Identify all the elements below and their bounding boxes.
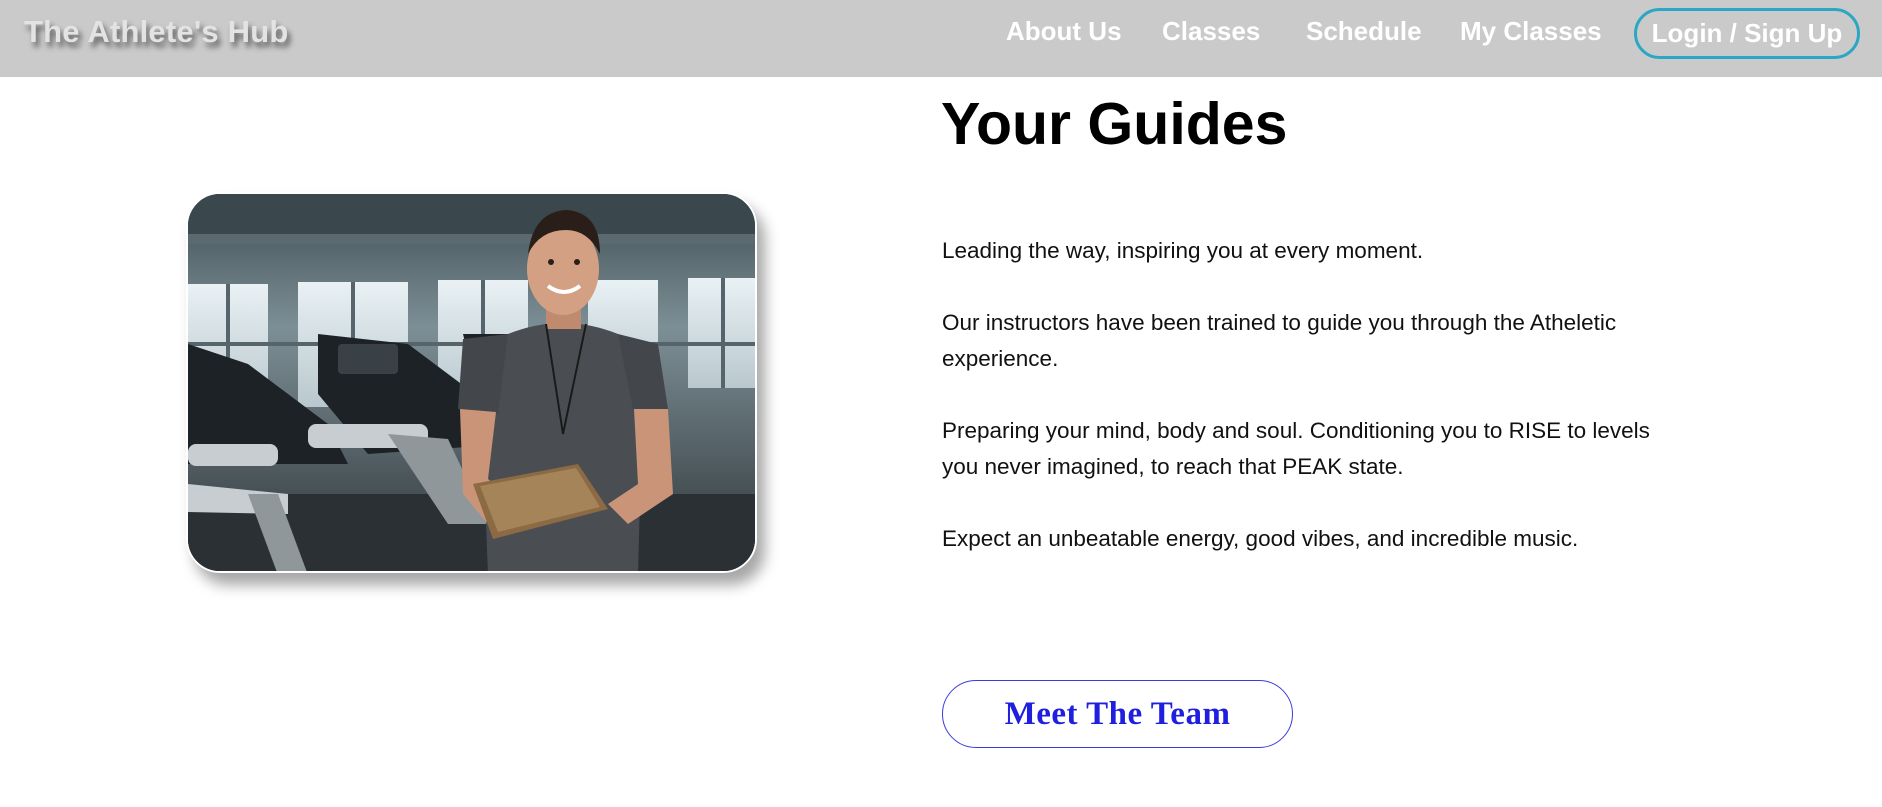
meet-the-team-button[interactable]: Meet The Team (942, 680, 1293, 748)
nav-link-my-classes[interactable]: My Classes (1460, 16, 1602, 47)
nav-link-schedule[interactable]: Schedule (1306, 16, 1422, 47)
nav-link-about-us[interactable]: About Us (1006, 16, 1122, 47)
conditioning-paragraph: Preparing your mind, body and soul. Cond… (942, 418, 1650, 479)
brand-logo-text[interactable]: The Athlete's Hub (24, 14, 289, 50)
top-navbar: The Athlete's Hub About Us Classes Sched… (0, 0, 1882, 77)
nav-link-classes[interactable]: Classes (1162, 16, 1260, 47)
instructor-photo (186, 192, 757, 573)
expectations-paragraph: Expect an unbeatable energy, good vibes,… (942, 526, 1579, 551)
login-signup-button[interactable]: Login / Sign Up (1634, 8, 1860, 59)
instructors-paragraph: Our instructors have been trained to gui… (942, 310, 1617, 371)
intro-paragraph: Leading the way, inspiring you at every … (942, 238, 1424, 263)
page-title: Your Guides (941, 91, 1288, 157)
